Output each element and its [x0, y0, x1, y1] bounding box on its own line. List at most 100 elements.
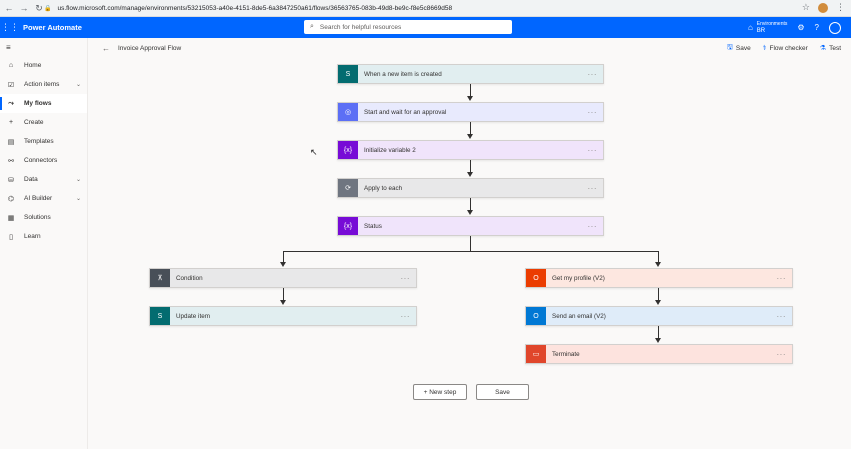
step-condition[interactable]: ⊼ Condition ··· — [149, 268, 417, 288]
step-title: Start and wait for an approval — [364, 108, 447, 116]
step-send-email[interactable]: O Send an email (V2) ··· — [525, 306, 793, 326]
lock-icon: 🔒 — [44, 6, 52, 12]
arrow-down-icon — [655, 338, 661, 343]
test-button[interactable]: ⚗ Test — [819, 44, 841, 53]
more-options-icon[interactable]: ··· — [588, 146, 598, 155]
flask-icon: ⚗ — [819, 45, 827, 52]
bookmark-star-icon[interactable]: ☆ — [802, 2, 810, 13]
step-status[interactable]: {x} Status ··· — [337, 216, 604, 236]
ai-builder-icon: ⌬ — [7, 195, 15, 203]
more-options-icon[interactable]: ··· — [588, 184, 598, 193]
chevron-down-icon: ⌄ — [75, 177, 81, 183]
app-launcher-icon[interactable]: ⋮⋮ — [0, 17, 20, 38]
sidebar-item-label: AI Builder — [24, 195, 53, 202]
sidebar-item-ai-builder[interactable]: ⌬ AI Builder ⌄ — [0, 189, 87, 208]
arrow-down-icon — [280, 300, 286, 305]
new-step-label: + New step — [423, 388, 457, 396]
step-title: Terminate — [552, 350, 580, 358]
back-arrow-icon[interactable]: ← — [3, 2, 15, 14]
more-options-icon[interactable]: ··· — [588, 108, 598, 117]
book-icon: ▯ — [9, 233, 13, 241]
arrow-down-icon — [655, 300, 661, 305]
flow-icon: ⤳ — [8, 99, 14, 107]
sharepoint-icon: S — [338, 65, 358, 83]
approvals-icon: ◎ — [338, 103, 358, 121]
more-options-icon[interactable]: ··· — [777, 274, 787, 283]
command-bar: ← Invoice Approval Flow 🖫 Save ⚕ Flow ch… — [88, 38, 851, 58]
help-icon[interactable]: ? — [815, 23, 819, 32]
step-title: Condition — [176, 274, 203, 282]
step-approval[interactable]: ◎ Start and wait for an approval ··· — [337, 102, 604, 122]
more-options-icon[interactable]: ··· — [588, 222, 598, 231]
save-icon: 🖫 — [726, 43, 733, 51]
back-arrow-icon[interactable]: ← — [102, 44, 110, 53]
step-terminate[interactable]: ▭ Terminate ··· — [525, 344, 793, 364]
env-value: BR — [756, 27, 766, 34]
left-nav: ≡ ⌂ Home ☑ Action items ⌄ ⤳ My flows + C… — [0, 38, 88, 449]
sidebar-item-action-items[interactable]: ☑ Action items ⌄ — [0, 75, 87, 94]
sidebar-item-home[interactable]: ⌂ Home — [0, 56, 87, 75]
database-icon: ⛁ — [8, 176, 14, 184]
arrow-down-icon — [655, 262, 661, 267]
chevron-down-icon: ⌄ — [75, 196, 81, 202]
mouse-cursor-icon: ↖ — [310, 147, 318, 157]
step-title: Status — [364, 222, 382, 230]
sidebar-item-data[interactable]: ⛁ Data ⌄ — [0, 170, 87, 189]
checklist-icon: ☑ — [7, 81, 15, 89]
user-avatar[interactable] — [829, 21, 841, 34]
connector-line — [658, 251, 659, 262]
arrow-down-icon — [280, 262, 286, 267]
environment-icon: ⌂ — [747, 23, 753, 32]
forward-arrow-icon[interactable]: → — [18, 2, 30, 14]
stethoscope-icon: ⚕ — [762, 45, 767, 52]
sidebar-item-label: My flows — [24, 100, 52, 107]
step-title: Update item — [176, 312, 210, 320]
more-options-icon[interactable]: ··· — [588, 70, 598, 79]
sharepoint-icon: S — [150, 307, 170, 325]
save-flow-button[interactable]: Save — [476, 384, 529, 400]
arrow-down-icon — [467, 134, 473, 139]
plus-icon: + — [8, 119, 14, 126]
step-initialize-variable[interactable]: {x} Initialize variable 2 ··· — [337, 140, 604, 160]
more-options-icon[interactable]: ··· — [401, 274, 411, 283]
office365-icon: O — [526, 269, 546, 287]
profile-avatar-icon[interactable] — [818, 2, 828, 13]
flow-canvas: S When a new item is created ··· ◎ Start… — [88, 58, 851, 449]
sidebar-item-connectors[interactable]: ⚯ Connectors — [0, 151, 87, 170]
step-get-my-profile[interactable]: O Get my profile (V2) ··· — [525, 268, 793, 288]
more-options-icon[interactable]: ··· — [777, 350, 787, 359]
sidebar-item-label: Action items — [24, 81, 60, 88]
step-update-item[interactable]: S Update item ··· — [149, 306, 417, 326]
sidebar-item-label: Home — [24, 62, 42, 69]
flow-name: Invoice Approval Flow — [118, 44, 182, 52]
step-title: Apply to each — [364, 184, 403, 192]
search-input[interactable]: ⌕ Search for helpful resources — [304, 20, 512, 34]
save-flow-label: Save — [495, 388, 510, 396]
flow-checker-button[interactable]: ⚕ Flow checker — [762, 44, 808, 53]
step-apply-to-each[interactable]: ⟳ Apply to each ··· — [337, 178, 604, 198]
more-options-icon[interactable]: ··· — [401, 312, 411, 321]
sidebar-item-solutions[interactable]: ▦ Solutions — [0, 208, 87, 227]
more-options-icon[interactable]: ··· — [777, 312, 787, 321]
settings-gear-icon[interactable]: ⚙ — [797, 23, 804, 32]
browser-menu-icon[interactable]: ⋮ — [836, 2, 845, 13]
sidebar-item-templates[interactable]: ▤ Templates — [0, 132, 87, 151]
condition-icon: ⊼ — [150, 269, 170, 287]
new-step-button[interactable]: + New step — [413, 384, 467, 400]
step-title: Initialize variable 2 — [364, 146, 416, 154]
browser-toolbar: ← → ↻ 🔒 us.flow.microsoft.com/manage/env… — [0, 0, 851, 17]
arrow-down-icon — [467, 210, 473, 215]
step-trigger[interactable]: S When a new item is created ··· — [337, 64, 604, 84]
terminate-icon: ▭ — [526, 345, 546, 363]
app-title[interactable]: Power Automate — [23, 23, 82, 32]
sidebar-item-my-flows[interactable]: ⤳ My flows — [0, 94, 87, 113]
sidebar-item-create[interactable]: + Create — [0, 113, 87, 132]
save-button[interactable]: 🖫 Save — [727, 43, 751, 54]
hamburger-menu-icon[interactable]: ≡ — [0, 38, 87, 56]
environment-picker[interactable]: ⌂ Environments BR — [748, 21, 787, 35]
address-bar[interactable]: 🔒 us.flow.microsoft.com/manage/environme… — [44, 3, 804, 14]
templates-icon: ▤ — [7, 138, 15, 146]
test-label: Test — [829, 44, 841, 52]
home-icon: ⌂ — [8, 62, 14, 69]
sidebar-item-learn[interactable]: ▯ Learn — [0, 227, 87, 246]
